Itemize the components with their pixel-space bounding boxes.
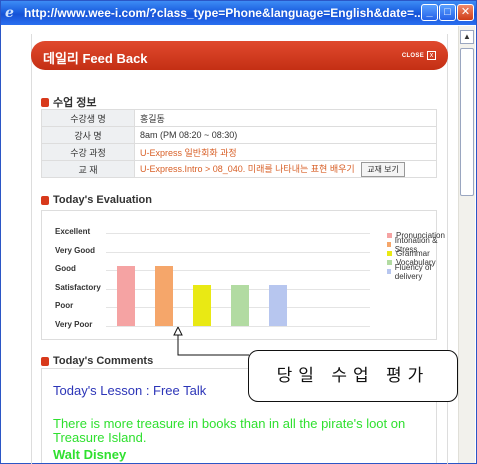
row-label: 강사 명 [41,126,135,144]
legend-label: Grammar [396,249,430,258]
close-icon: x [427,51,436,60]
row-value: 8am (PM 08:20 ~ 08:30) [134,126,437,144]
y-axis-label: Very Poor [55,319,93,329]
scroll-up-icon[interactable]: ▲ [460,30,474,44]
table-row: 강사 명 8am (PM 08:20 ~ 08:30) [41,126,437,144]
bullet-icon [41,356,49,366]
bar-intonation-stress [155,266,173,326]
comments-section-title: Today's Comments [41,355,153,367]
gridline [106,270,370,271]
course-link[interactable]: U-Express 일반회화 과정 [134,143,437,161]
textbook-link[interactable]: U-Express.Intro > 08_040. 미래를 나타내는 표현 배우… [140,164,355,174]
row-value: 홍길동 [134,109,437,127]
view-book-button[interactable]: 교재 보기 [361,161,405,177]
table-row: 수강 과정 U-Express 일반회화 과정 [41,143,437,161]
scroll-thumb[interactable] [460,48,474,196]
bar-vocabulary [231,284,249,326]
maximize-button[interactable]: □ [439,4,456,21]
close-button[interactable]: CLOSE x [402,51,436,60]
bar-pronunciation [117,266,135,326]
legend-label: Fluency of delivery [394,262,432,281]
callout-box: 당일 수업 평가 [248,350,458,402]
gridline [106,251,370,253]
legend-swatch [387,251,392,256]
minimize-button[interactable]: _ [421,4,438,21]
y-axis-label: Very Good [55,245,96,255]
legend-swatch [387,260,392,265]
window-close-button[interactable]: ✕ [457,4,474,21]
bullet-icon [41,195,49,205]
row-label: 수강생 명 [41,109,135,127]
quote-author: Walt Disney [53,447,127,462]
bar-grammar [193,284,211,326]
legend-swatch [387,233,392,238]
y-axis-label: Excellent [55,227,91,236]
evaluation-title-text: Today's Evaluation [53,194,152,206]
title-bar: e http://www.wee-i.com/?class_type=Phone… [1,1,476,25]
table-row: 교 재 U-Express.Intro > 08_040. 미래를 나타내는 표… [41,160,437,178]
callout-pointer [173,326,249,356]
legend-item: Intonation & Stress [387,236,445,254]
header-title: 데일리 Feed Back [43,51,148,66]
legend-swatch [387,269,391,274]
textbook-cell: U-Express.Intro > 08_040. 미래를 나타내는 표현 배우… [134,160,437,178]
chart-legend: Pronunciation Intonation & Stress Grammar V… [387,231,445,281]
close-label: CLOSE [401,52,424,59]
feedback-header: 데일리 Feed Back CLOSE x [31,41,448,70]
scrollbar[interactable]: ▲ [458,26,475,463]
legend-item: Fluency of delivery [387,263,445,281]
bullet-icon [41,97,49,107]
y-axis-label: Poor [55,301,74,310]
y-axis-label: Good [55,264,76,273]
row-label: 수강 과정 [41,143,135,161]
y-axis-label: Satisfactory [55,282,101,292]
lesson-text: Today's Lesson : Free Talk [53,383,207,398]
info-title-text: 수업 정보 [53,97,97,109]
ie-icon: e [5,5,14,21]
evaluation-section-title: Today's Evaluation [41,194,152,206]
browser-window: e http://www.wee-i.com/?class_type=Phone… [0,0,477,464]
bar-fluency-of-delivery [269,284,287,326]
comments-title-text: Today's Comments [53,355,154,367]
row-label: 교 재 [41,160,135,178]
table-row: 수강생 명 홍길동 [41,109,437,127]
legend-swatch [387,242,391,247]
info-section-title: 수업 정보 [41,94,97,110]
window-title: http://www.wee-i.com/?class_type=Phone&l… [24,6,424,20]
gridline [106,233,370,234]
class-info-table: 수강생 명 홍길동 강사 명 8am (PM 08:20 ~ 08:30) 수강… [41,109,437,178]
quote-text: There is more treasure in books than in … [53,416,406,445]
